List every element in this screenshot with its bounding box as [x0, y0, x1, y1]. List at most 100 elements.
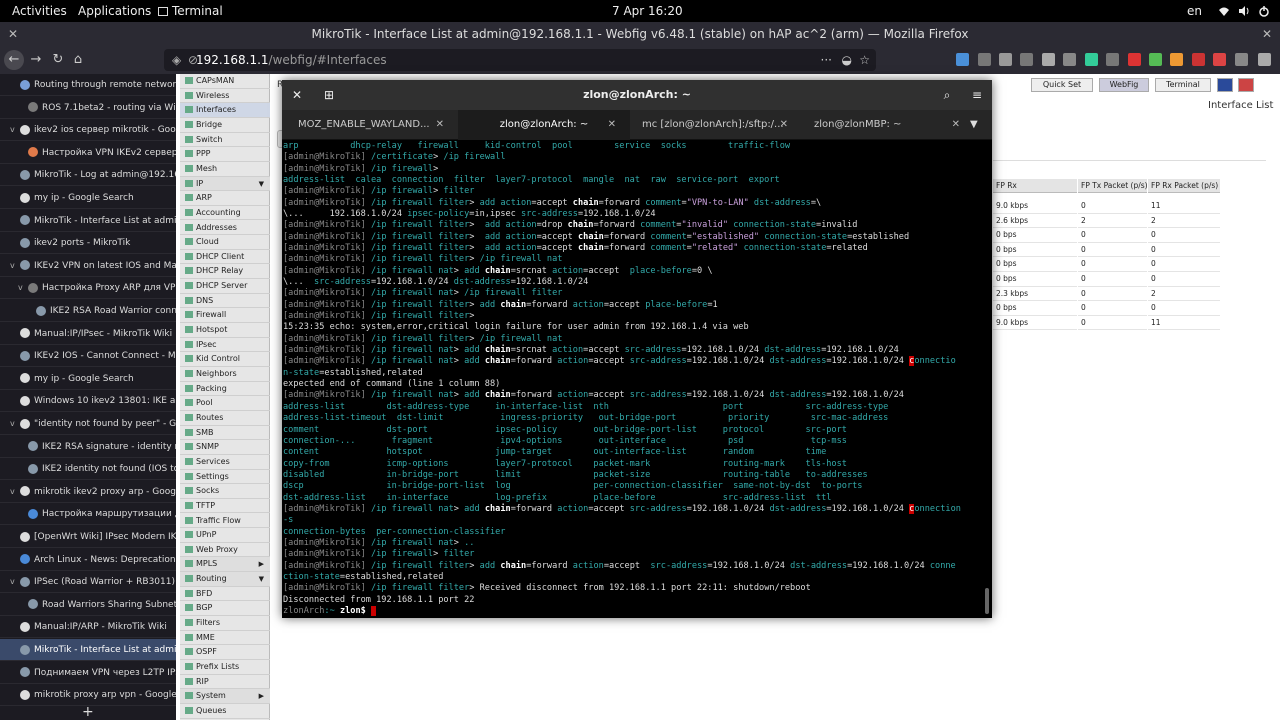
- menu-item[interactable]: Queues: [180, 704, 270, 719]
- menu-item[interactable]: SNMP: [180, 440, 270, 455]
- reload-icon[interactable]: ↻: [48, 50, 68, 70]
- terminal-button[interactable]: Terminal: [1155, 78, 1211, 92]
- terminal-tab[interactable]: MOZ_ENABLE_WAYLAND... ✕: [286, 110, 458, 140]
- extension-7-icon[interactable]: [1149, 53, 1162, 66]
- tree-tab[interactable]: Road Warriors Sharing Subnet with: [0, 594, 176, 616]
- menu-item[interactable]: Firewall: [180, 308, 270, 324]
- terminal-output[interactable]: arp dhcp-relay firewall kid-control pool…: [283, 140, 979, 618]
- twisty-chevron-icon[interactable]: v: [10, 255, 20, 276]
- home-icon[interactable]: ⌂: [68, 50, 88, 70]
- column-header[interactable]: FP Tx Packet (p/s): [1078, 179, 1148, 193]
- tree-tab[interactable]: v Настройка Proxy ARP для VPN-под: [0, 277, 176, 300]
- tree-tab[interactable]: my ip - Google Search: [0, 368, 176, 390]
- menu-item[interactable]: Settings: [180, 470, 270, 485]
- menu-item[interactable]: Bridge: [180, 118, 270, 133]
- terminal-app-menu[interactable]: Terminal: [158, 4, 223, 18]
- menu-icon[interactable]: [1258, 53, 1271, 66]
- menu-icon[interactable]: ≡: [962, 80, 992, 110]
- tree-tab[interactable]: Arch Linux - News: Deprecation of net: [0, 549, 176, 571]
- close-icon[interactable]: ✕: [282, 80, 312, 110]
- tree-tab[interactable]: Manual:IP/IPsec - MikroTik Wiki: [0, 323, 176, 345]
- menu-item[interactable]: UPnP: [180, 528, 270, 543]
- column-header[interactable]: FP Rx Packet (p/s): [1148, 179, 1220, 193]
- menu-item[interactable]: Addresses: [180, 221, 270, 236]
- tree-tab[interactable]: v IPSec (Road Warrior + RB3011) - Can't: [0, 571, 176, 594]
- twisty-chevron-icon[interactable]: v: [10, 413, 20, 434]
- back-icon[interactable]: ←: [4, 50, 24, 70]
- shield-icon[interactable]: ◈: [172, 49, 181, 71]
- menu-item[interactable]: RIP: [180, 675, 270, 690]
- tree-tab[interactable]: MikroTik - Interface List at admin@19: [0, 210, 176, 232]
- menu-item[interactable]: Routing ▼: [180, 572, 270, 587]
- tree-tab[interactable]: MikroTik - Log at admin@192.168.1.1: [0, 164, 176, 187]
- menu-item[interactable]: Cloud: [180, 235, 270, 250]
- extension-5-icon[interactable]: [1106, 53, 1119, 66]
- webfig-button[interactable]: WebFig: [1099, 78, 1149, 92]
- menu-item[interactable]: Socks: [180, 484, 270, 499]
- tab-close-icon[interactable]: ✕: [780, 110, 788, 140]
- terminal-scrollbar[interactable]: [985, 588, 989, 614]
- tree-tab[interactable]: IKE2 RSA signature - identity not f: [0, 436, 176, 458]
- twisty-chevron-icon[interactable]: v: [10, 481, 20, 502]
- new-tab-icon[interactable]: ⊞: [314, 80, 344, 110]
- search-icon[interactable]: ⌕: [932, 80, 962, 110]
- extension-10-icon[interactable]: [1213, 53, 1226, 66]
- menu-item[interactable]: Prefix Lists: [180, 660, 270, 675]
- extension-4-icon[interactable]: [1085, 53, 1098, 66]
- tree-tab[interactable]: Windows 10 ikev2 13801: IKE authent: [0, 390, 176, 413]
- keyboard-layout[interactable]: en: [1187, 4, 1202, 18]
- menu-item[interactable]: TFTP: [180, 499, 270, 514]
- page-actions-icon[interactable]: ···: [821, 49, 832, 71]
- pocket-icon[interactable]: ◒: [842, 49, 852, 71]
- logout-icon[interactable]: [1238, 78, 1254, 92]
- tree-tab[interactable]: Поднимаем VPN через L2TP IPSec на: [0, 662, 176, 684]
- menu-item[interactable]: DHCP Client: [180, 250, 270, 265]
- menu-item[interactable]: System ▶: [180, 689, 270, 704]
- tree-tab[interactable]: v ikev2 ios сервер mikrotik - Google: [0, 119, 176, 142]
- menu-item[interactable]: OSPF: [180, 645, 270, 660]
- tree-tab[interactable]: IKE2 RSA Road Warrior connecte: [0, 300, 176, 322]
- menu-item[interactable]: ARP: [180, 191, 270, 206]
- menu-item[interactable]: Mesh: [180, 162, 270, 177]
- close-window-icon-right[interactable]: ✕: [1262, 22, 1272, 46]
- terminal-tab[interactable]: zlon@zlonMBP: ~ ✕: [802, 110, 974, 140]
- menu-item[interactable]: Neighbors: [180, 367, 270, 382]
- extension-3-icon[interactable]: [1063, 53, 1076, 66]
- menu-item[interactable]: Routes: [180, 411, 270, 426]
- menu-item[interactable]: IPsec: [180, 338, 270, 353]
- menu-item[interactable]: Pool: [180, 396, 270, 411]
- tree-tab[interactable]: IKEv2 IOS - Cannot Connect - MikroT: [0, 345, 176, 368]
- volume-icon[interactable]: [1238, 5, 1250, 17]
- sidebar-icon[interactable]: [999, 53, 1012, 66]
- forward-icon[interactable]: →: [26, 50, 46, 70]
- menu-item[interactable]: Switch: [180, 133, 270, 148]
- wifi-icon[interactable]: [1218, 5, 1230, 17]
- menu-item[interactable]: Hotspot: [180, 323, 270, 338]
- lock-icon[interactable]: ⊘: [188, 49, 198, 71]
- menu-item[interactable]: MPLS ▶: [180, 557, 270, 573]
- new-tab-plus-icon[interactable]: +: [82, 704, 94, 720]
- extension-2-icon[interactable]: [1042, 53, 1055, 66]
- close-window-icon[interactable]: ✕: [8, 22, 18, 46]
- menu-item[interactable]: DHCP Relay: [180, 264, 270, 280]
- menu-item[interactable]: Accounting: [180, 206, 270, 221]
- tree-tab[interactable]: IKE2 identity not found (IOS to Mikr: [0, 458, 176, 481]
- tree-tab[interactable]: my ip - Google Search: [0, 187, 176, 209]
- url-bar[interactable]: ◈ ⊘ 192.168.1.1/webfig/#Interfaces ··· ◒…: [164, 49, 876, 71]
- menu-item[interactable]: DHCP Server: [180, 279, 270, 294]
- tree-tab[interactable]: v "identity not found by peer" - Google: [0, 413, 176, 435]
- terminal-tab[interactable]: zlon@zlonArch: ~ ✕: [458, 110, 630, 140]
- menu-item[interactable]: Kid Control: [180, 352, 270, 367]
- menu-item[interactable]: Traffic Flow: [180, 514, 270, 529]
- twisty-chevron-icon[interactable]: v: [18, 277, 28, 298]
- extension-9-icon[interactable]: [1192, 53, 1205, 66]
- tab-close-icon[interactable]: ✕: [436, 110, 444, 140]
- menu-item[interactable]: Wireless: [180, 89, 270, 104]
- tree-tab[interactable]: mikrotik proxy arp vpn - Google Se: [0, 684, 176, 707]
- menu-item[interactable]: Packing: [180, 382, 270, 397]
- power-icon[interactable]: [1258, 5, 1270, 17]
- save-icon[interactable]: [1217, 78, 1233, 92]
- clock[interactable]: 7 Apr 16:20: [612, 4, 683, 18]
- tree-tab[interactable]: ROS 7.1beta2 - routing via Wiregua: [0, 97, 176, 119]
- menu-item[interactable]: BGP: [180, 601, 270, 617]
